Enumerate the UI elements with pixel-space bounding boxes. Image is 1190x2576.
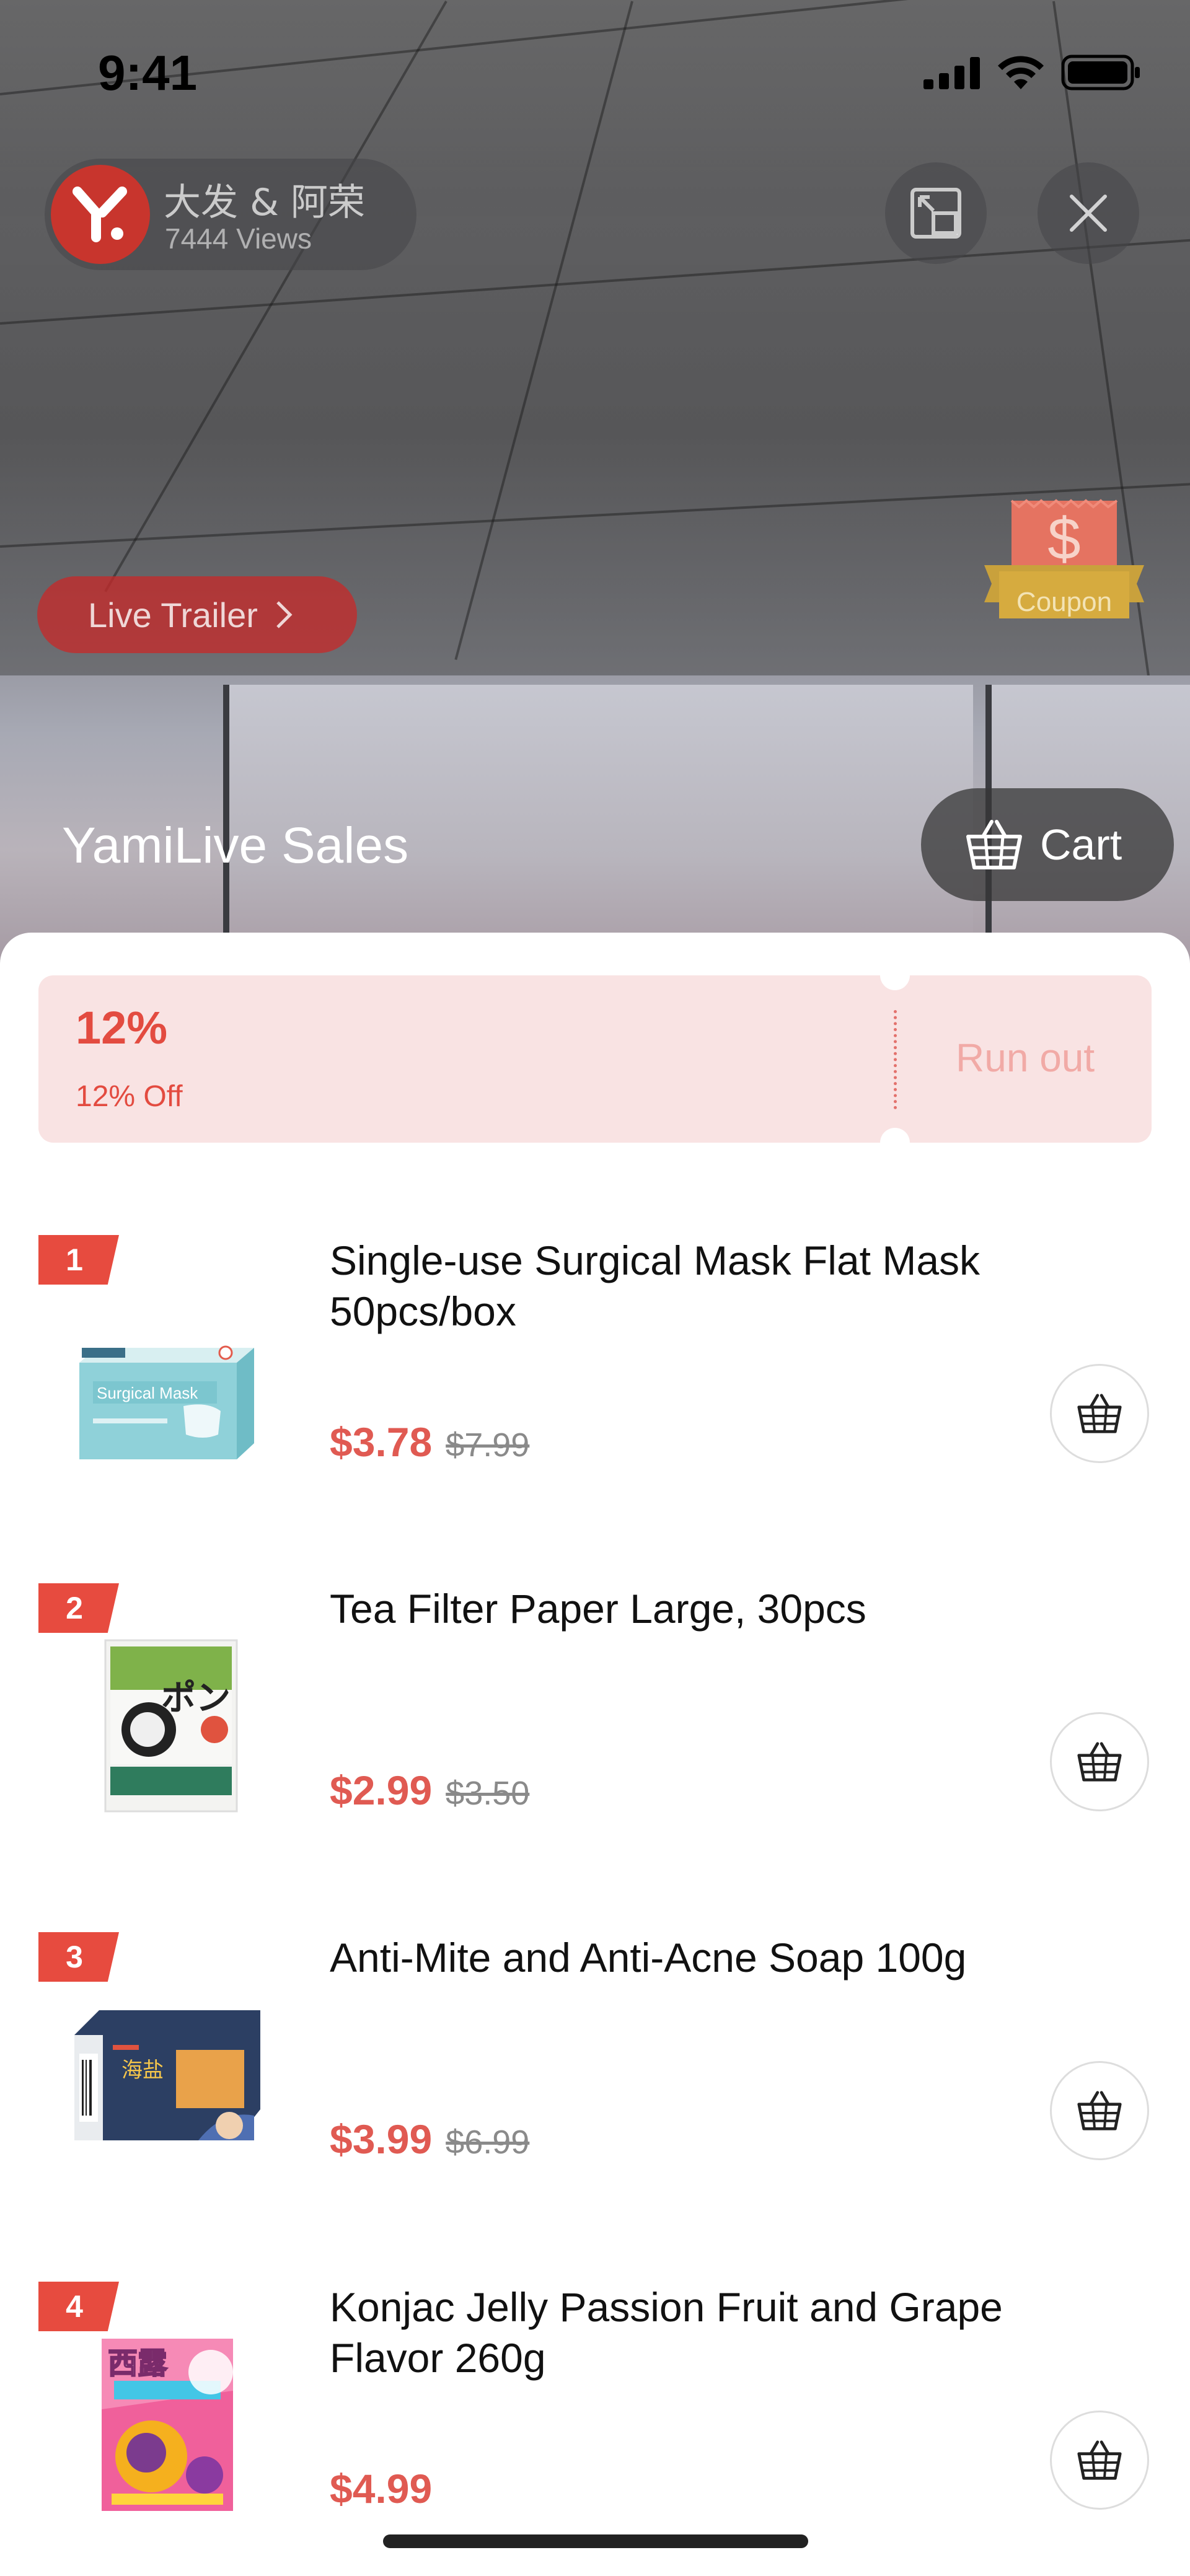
add-to-cart-button[interactable]: [1050, 1712, 1149, 1811]
product-original-price: $3.50: [446, 1775, 530, 1812]
product-image: ポン: [104, 1639, 238, 1813]
list-item[interactable]: 2 ポン Tea Filter Paper Large, 30pcs $2.99…: [0, 1583, 1190, 1906]
status-icons: [923, 55, 1140, 90]
product-name[interactable]: Tea Filter Paper Large, 30pcs: [330, 1583, 1086, 1634]
picture-in-picture-icon: [910, 188, 961, 239]
yami-logo-icon: [73, 187, 127, 242]
avatar: [51, 165, 150, 264]
picture-in-picture-button[interactable]: [885, 162, 987, 264]
price-row: $4.99: [330, 2465, 432, 2512]
shopping-basket-icon: [1077, 1742, 1122, 1782]
live-trailer-button[interactable]: Live Trailer: [37, 576, 357, 653]
add-to-cart-button[interactable]: [1050, 1364, 1149, 1463]
product-price: $2.99: [330, 1767, 433, 1813]
status-bar: 9:41: [0, 0, 1190, 143]
rank-badge: 1: [38, 1235, 119, 1285]
product-image-text: 西露: [108, 2346, 168, 2381]
coupon-ticket-icon: $ Coupon: [984, 499, 1144, 618]
coupon-badge[interactable]: $ Coupon: [981, 497, 1148, 640]
host-view-count: 7444 Views: [165, 222, 312, 255]
shopping-basket-icon: [1077, 2440, 1122, 2480]
host-name: 大发 & 阿荣: [164, 181, 365, 224]
status-time: 9:41: [98, 45, 198, 100]
shopping-basket-icon: [1077, 1394, 1122, 1433]
close-button[interactable]: [1038, 162, 1139, 264]
list-item[interactable]: 1 Surgical Mask Single-use Surgical Mask…: [0, 1235, 1190, 1557]
coupon-notch: [880, 961, 910, 990]
add-to-cart-button[interactable]: [1050, 2411, 1149, 2510]
coupon-divider: [894, 1010, 897, 1109]
product-image: 西露: [102, 2339, 233, 2511]
product-name[interactable]: Single-use Surgical Mask Flat Mask 50pcs…: [330, 1235, 1086, 1337]
home-indicator[interactable]: [383, 2534, 808, 2548]
live-trailer-label: Live Trailer: [88, 595, 258, 635]
product-original-price: $6.99: [446, 2124, 530, 2161]
cart-button[interactable]: Cart: [921, 788, 1174, 901]
price-row: $3.78 $7.99: [330, 1418, 529, 1466]
close-icon: [1070, 195, 1107, 232]
add-to-cart-button[interactable]: [1050, 2061, 1149, 2160]
list-item[interactable]: 4 西露 Konjac Jelly Passion Fruit and Grap…: [0, 2282, 1190, 2576]
coupon-symbol: $: [1047, 506, 1080, 572]
battery-icon: [1061, 55, 1140, 90]
rank-badge: 3: [38, 1932, 119, 1982]
cart-label: Cart: [1040, 820, 1122, 869]
shopping-basket-icon: [1077, 2091, 1122, 2130]
price-row: $3.99 $6.99: [330, 2116, 529, 2163]
wifi-icon: [998, 56, 1044, 89]
coupon-badge-label: Coupon: [1016, 587, 1112, 617]
product-name[interactable]: Anti-Mite and Anti-Acne Soap 100g: [330, 1932, 1086, 1983]
product-image: 海盐: [74, 2010, 260, 2140]
live-stream-screen: 9:41 大发 & 阿荣 7444 Views Live Trailer $ C…: [0, 0, 1190, 2576]
chevron-right-icon: [276, 601, 293, 628]
rank-badge: 2: [38, 1583, 119, 1633]
list-item[interactable]: 3 海盐 Anti-Mite and Anti-Acne Soap 100g $…: [0, 1932, 1190, 2254]
coupon-notch: [880, 1128, 910, 1158]
product-image-text: Surgical Mask: [97, 1384, 198, 1402]
product-price: $3.99: [330, 2116, 433, 2162]
coupon-status: Run out: [956, 1035, 1095, 1080]
coupon-card[interactable]: 12% 12% Off Run out: [38, 961, 1152, 1158]
product-price: $4.99: [330, 2466, 433, 2512]
product-name[interactable]: Konjac Jelly Passion Fruit and Grape Fla…: [330, 2282, 1086, 2383]
product-image-text: 海盐: [121, 2058, 164, 2083]
host-info-pill[interactable]: 大发 & 阿荣 7444 Views: [45, 159, 416, 270]
coupon-description: 12% Off: [76, 1080, 183, 1113]
product-original-price: $7.99: [446, 1426, 530, 1464]
rank-badge: 4: [38, 2282, 119, 2331]
sales-section-title: YamiLive Sales: [62, 817, 409, 874]
coupon-percent: 12%: [76, 1002, 168, 1053]
product-image-text: ポン: [161, 1678, 231, 1718]
product-image: Surgical Mask: [79, 1345, 254, 1459]
price-row: $2.99 $3.50: [330, 1767, 529, 1814]
product-price: $3.78: [330, 1419, 433, 1465]
shopping-basket-icon: [966, 820, 1022, 869]
cellular-signal-icon: [923, 57, 980, 89]
